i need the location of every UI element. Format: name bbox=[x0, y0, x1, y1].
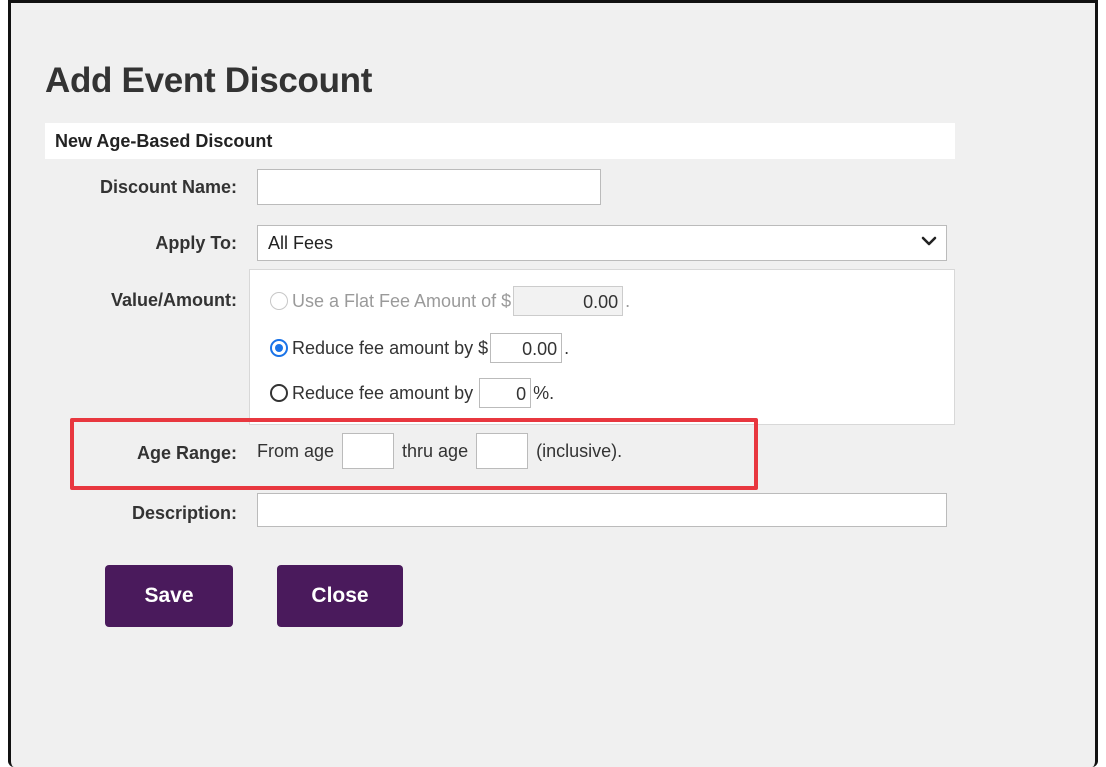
reduce-amount-input[interactable]: 0.00 bbox=[490, 333, 563, 363]
description-label: Description: bbox=[131, 503, 237, 523]
description-input[interactable] bbox=[257, 493, 947, 527]
flat-fee-option: Use a Flat Fee Amount of $ 0.00 . bbox=[270, 286, 630, 316]
reduce-percent-input[interactable]: 0 bbox=[479, 378, 532, 408]
apply-to-label: Apply To: bbox=[155, 233, 237, 253]
value-amount-options: Use a Flat Fee Amount of $ 0.00 . Reduce… bbox=[249, 269, 955, 425]
close-button[interactable]: Close bbox=[277, 565, 403, 627]
flat-fee-amount-input[interactable]: 0.00 bbox=[513, 286, 624, 316]
dialog-title: Add Event Discount bbox=[45, 61, 373, 100]
apply-to-select[interactable]: All Fees bbox=[257, 225, 947, 261]
add-event-discount-dialog: Add Event Discount New Age-Based Discoun… bbox=[8, 0, 1098, 767]
reduce-amount-suffix: . bbox=[564, 337, 570, 358]
save-button[interactable]: Save bbox=[105, 565, 233, 627]
value-amount-label: Value/Amount: bbox=[110, 290, 237, 310]
reduce-percent-text: Reduce fee amount by bbox=[292, 382, 474, 403]
reduce-percent-radio[interactable] bbox=[270, 384, 288, 402]
apply-to-selected-value: All Fees bbox=[268, 233, 334, 253]
discount-name-input[interactable] bbox=[257, 169, 601, 205]
chevron-down-icon bbox=[921, 236, 937, 246]
reduce-amount-text: Reduce fee amount by $ bbox=[292, 337, 489, 358]
discount-name-label: Discount Name: bbox=[99, 177, 237, 197]
flat-fee-suffix: . bbox=[625, 290, 631, 311]
section-header: New Age-Based Discount bbox=[45, 123, 955, 159]
reduce-amount-radio[interactable] bbox=[270, 339, 288, 357]
section-title: New Age-Based Discount bbox=[55, 131, 273, 151]
reduce-amount-option: Reduce fee amount by $ 0.00 . bbox=[270, 333, 569, 363]
age-range-highlight bbox=[70, 418, 758, 490]
flat-fee-radio[interactable] bbox=[270, 292, 288, 310]
reduce-percent-option: Reduce fee amount by 0 %. bbox=[270, 378, 554, 408]
flat-fee-text: Use a Flat Fee Amount of $ bbox=[292, 290, 512, 311]
reduce-percent-suffix: %. bbox=[533, 382, 555, 403]
